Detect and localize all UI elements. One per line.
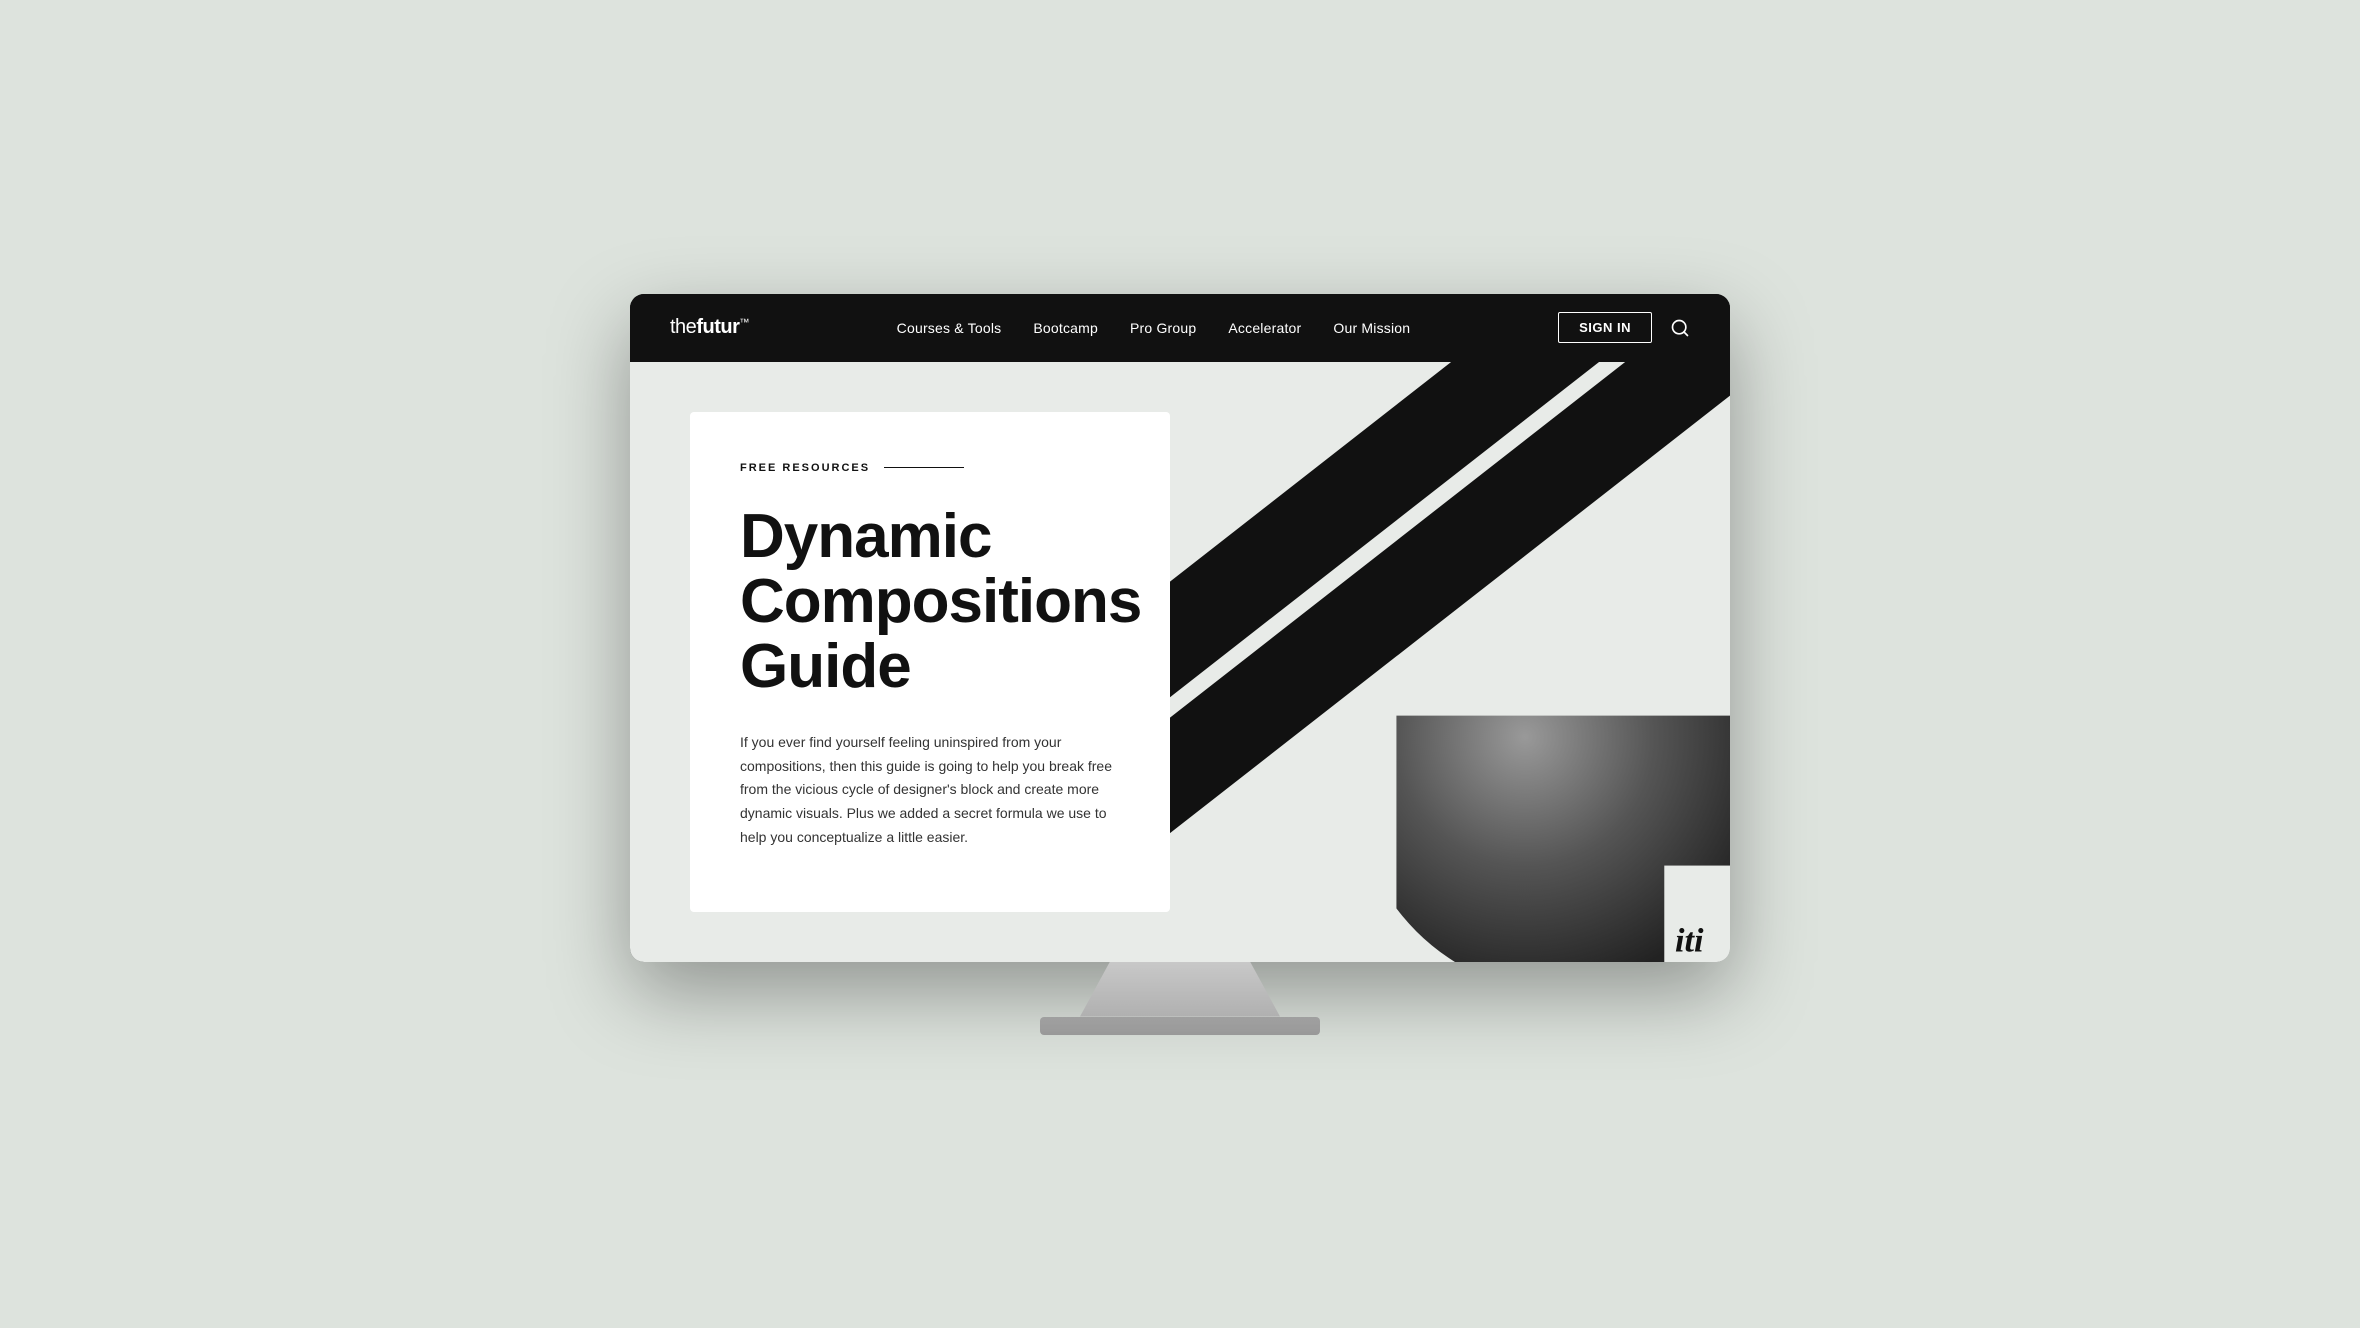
badge-container: FREE RESOURCES: [740, 462, 1120, 474]
free-resources-badge: FREE RESOURCES: [740, 462, 870, 474]
trademark: ™: [739, 317, 749, 328]
search-icon: [1670, 318, 1690, 338]
navbar: thefutur™ Courses & Tools Bootcamp Pro G…: [630, 294, 1730, 362]
monitor-base: [1040, 1017, 1320, 1035]
main-content: FREE RESOURCES Dynamic Compositions Guid…: [630, 362, 1730, 962]
sign-in-button[interactable]: SIGN IN: [1558, 312, 1652, 343]
nav-pro-group[interactable]: Pro Group: [1130, 320, 1196, 336]
svg-text:iti: iti: [1675, 921, 1704, 959]
hero-title: Dynamic Compositions Guide: [740, 504, 1120, 699]
monitor-screen: thefutur™ Courses & Tools Bootcamp Pro G…: [630, 294, 1730, 962]
brand-logo[interactable]: thefutur™: [670, 316, 749, 339]
nav-links: Courses & Tools Bootcamp Pro Group Accel…: [897, 320, 1411, 336]
nav-our-mission[interactable]: Our Mission: [1333, 320, 1410, 336]
badge-line: [884, 467, 964, 468]
hero-description: If you ever find yourself feeling uninsp…: [740, 731, 1120, 850]
browser-window: thefutur™ Courses & Tools Bootcamp Pro G…: [630, 294, 1730, 962]
hero-card: FREE RESOURCES Dynamic Compositions Guid…: [690, 412, 1170, 912]
nav-accelerator[interactable]: Accelerator: [1228, 320, 1301, 336]
nav-actions: SIGN IN: [1558, 312, 1690, 343]
nav-courses-tools[interactable]: Courses & Tools: [897, 320, 1002, 336]
search-button[interactable]: [1670, 318, 1690, 338]
nav-bootcamp[interactable]: Bootcamp: [1033, 320, 1098, 336]
visual-shapes: iti: [1170, 362, 1730, 962]
hero-visual: iti: [1170, 362, 1730, 962]
monitor-stand: [1080, 962, 1280, 1017]
geometric-svg: iti: [1170, 362, 1730, 962]
